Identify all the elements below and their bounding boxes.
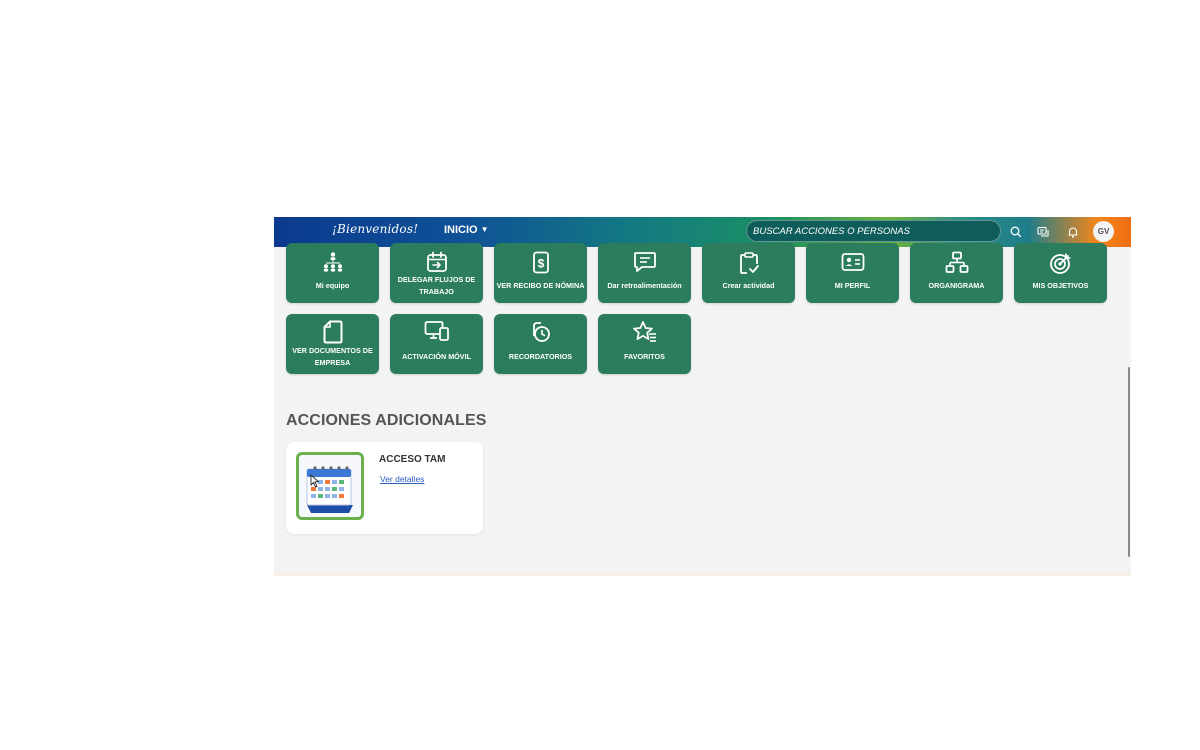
card-title: ACCESO TAM: [379, 454, 446, 465]
favorites-icon: [632, 321, 656, 342]
tile-favoritos[interactable]: FAVORITOS: [598, 314, 691, 374]
search-icon[interactable]: [1009, 225, 1023, 239]
tile-label: FAVORITOS: [624, 352, 665, 361]
tile-label: ORGANIGRAMA: [928, 281, 985, 290]
section-title: ACCIONES ADICIONALES: [286, 412, 487, 429]
org-chart-icon: [945, 251, 968, 273]
brand-logo: ¡Bienvenidos!: [332, 222, 419, 236]
calendar-icon: [306, 466, 353, 513]
tile-mi-perfil[interactable]: MI PERFIL: [806, 243, 899, 303]
tile-activacion-movil[interactable]: ACTIVACIÓN MÓVIL: [390, 314, 483, 374]
reminder-icon: [532, 322, 550, 342]
tile-crear-actividad[interactable]: Crear actividad: [702, 243, 795, 303]
target-icon: [1049, 253, 1070, 274]
tile-organigrama[interactable]: ORGANIGRAMA: [910, 243, 1003, 303]
tile-recibo-nomina[interactable]: $ VER RECIBO DE NÓMINA: [494, 243, 587, 303]
tile-label: RECORDATORIOS: [508, 352, 573, 361]
profile-card-icon: [841, 253, 864, 271]
document-icon: [323, 320, 342, 344]
tile-label: Mi equipo: [315, 281, 350, 290]
avatar[interactable]: GV: [1093, 221, 1114, 242]
tile-label: Dar retroalimentación: [607, 281, 682, 290]
svg-text:$: $: [537, 257, 544, 271]
ver-detalles-link[interactable]: Ver detalles: [380, 474, 424, 484]
tile-label: VER DOCUMENTOS DE EMPRESA: [292, 346, 373, 367]
payroll-receipt-icon: $: [532, 251, 549, 274]
tile-label: ACTIVACIÓN MÓVIL: [402, 352, 471, 361]
clipboard-check-icon: [739, 252, 759, 274]
app-window: ¡Bienvenidos! INICIO ▼ BUSCAR ACCIONES O …: [274, 217, 1131, 574]
tile-label: MI PERFIL: [834, 281, 871, 290]
tile-label: VER RECIBO DE NÓMINA: [496, 281, 585, 290]
tile-mi-equipo[interactable]: Mi equipo: [286, 243, 379, 303]
delegate-calendar-icon: [426, 251, 447, 272]
team-icon: [323, 252, 342, 272]
bell-icon[interactable]: [1066, 225, 1080, 239]
action-card[interactable]: ACCESO TAM Ver detalles: [286, 442, 483, 534]
chevron-down-icon: ▼: [480, 225, 489, 234]
tile-label: DELEGAR FLUJOS DE TRABAJO: [397, 275, 476, 296]
tile-retroalimentacion[interactable]: Dar retroalimentación: [598, 243, 691, 303]
tile-mis-objetivos[interactable]: MIS OBJETIVOS: [1014, 243, 1107, 303]
tile-label: MIS OBJETIVOS: [1032, 281, 1089, 290]
feedback-icon: [633, 252, 656, 272]
app-bottom-border: [274, 573, 1131, 576]
tile-delegar-flujos[interactable]: DELEGAR FLUJOS DE TRABAJO: [390, 243, 483, 303]
nav-inicio-label: INICIO: [444, 224, 478, 236]
tile-label: Crear actividad: [722, 281, 775, 290]
tile-documentos-empresa[interactable]: VER DOCUMENTOS DE EMPRESA: [286, 314, 379, 374]
chat-icon[interactable]: [1036, 225, 1050, 239]
tile-recordatorios[interactable]: RECORDATORIOS: [494, 314, 587, 374]
scrollbar[interactable]: [1128, 367, 1130, 557]
devices-icon: [424, 321, 449, 341]
search-input[interactable]: BUSCAR ACCIONES O PERSONAS: [746, 220, 1001, 242]
card-thumbnail[interactable]: [296, 452, 364, 520]
nav-inicio-dropdown[interactable]: INICIO ▼: [444, 224, 489, 236]
